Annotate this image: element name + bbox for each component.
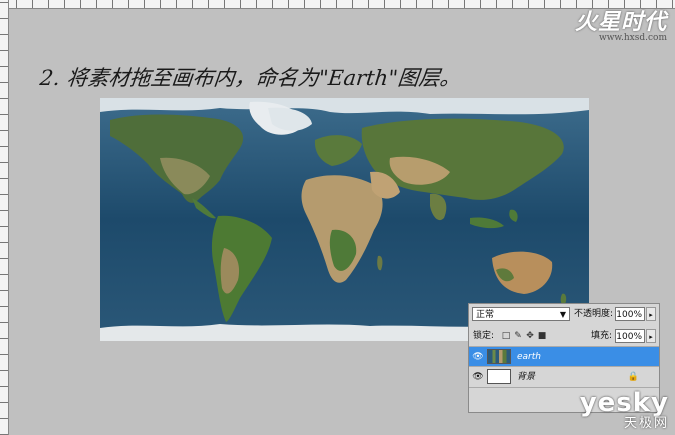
hxsd-logo-text: 火星时代 xyxy=(574,9,667,35)
lock-label: 锁定: xyxy=(473,331,495,341)
lock-transparent-icon[interactable]: □ xyxy=(501,331,511,341)
blend-mode-select[interactable]: 正常 ▼ xyxy=(472,307,570,321)
blend-row: 正常 ▼ 不透明度: 100% ▸ xyxy=(469,304,659,324)
eye-icon[interactable]: 👁 xyxy=(472,350,484,364)
opacity-field[interactable]: 100% xyxy=(615,307,645,321)
lock-all-icon[interactable]: ■ xyxy=(537,331,547,341)
yesky-watermark: yesky 天极网 xyxy=(580,388,669,431)
layer-background[interactable]: 👁 背景 🔒 xyxy=(469,366,659,387)
vertical-ruler xyxy=(0,0,9,435)
layer-thumbnail-background xyxy=(487,369,511,384)
lock-brush-icon[interactable]: ✎ xyxy=(513,331,523,341)
horizontal-ruler xyxy=(0,0,675,9)
opacity-slider-toggle[interactable]: ▸ xyxy=(646,307,656,321)
eye-icon[interactable]: 👁 xyxy=(472,370,484,384)
instruction-text: 2. 将素材拖至画布内，命名为"Earth"图层。 xyxy=(38,66,463,90)
blend-mode-value: 正常 xyxy=(476,310,495,320)
fill-slider-toggle[interactable]: ▸ xyxy=(646,329,656,343)
layer-earth[interactable]: 👁 earth xyxy=(469,346,659,367)
fill-field[interactable]: 100% xyxy=(615,329,645,343)
layer-thumbnail-earth xyxy=(487,349,511,364)
lock-row: 锁定: □ ✎ ✥ ■ 填充: 100% ▸ xyxy=(469,326,659,346)
opacity-label: 不透明度: xyxy=(574,309,614,319)
hxsd-watermark: 火星时代 www.hxsd.com xyxy=(575,4,667,43)
lock-icon: 🔒 xyxy=(627,372,639,382)
lock-move-icon[interactable]: ✥ xyxy=(525,331,535,341)
chevron-down-icon: ▼ xyxy=(559,310,566,319)
layer-name: 背景 xyxy=(517,372,536,382)
layer-name: earth xyxy=(517,352,541,362)
fill-label: 填充: xyxy=(591,331,613,341)
